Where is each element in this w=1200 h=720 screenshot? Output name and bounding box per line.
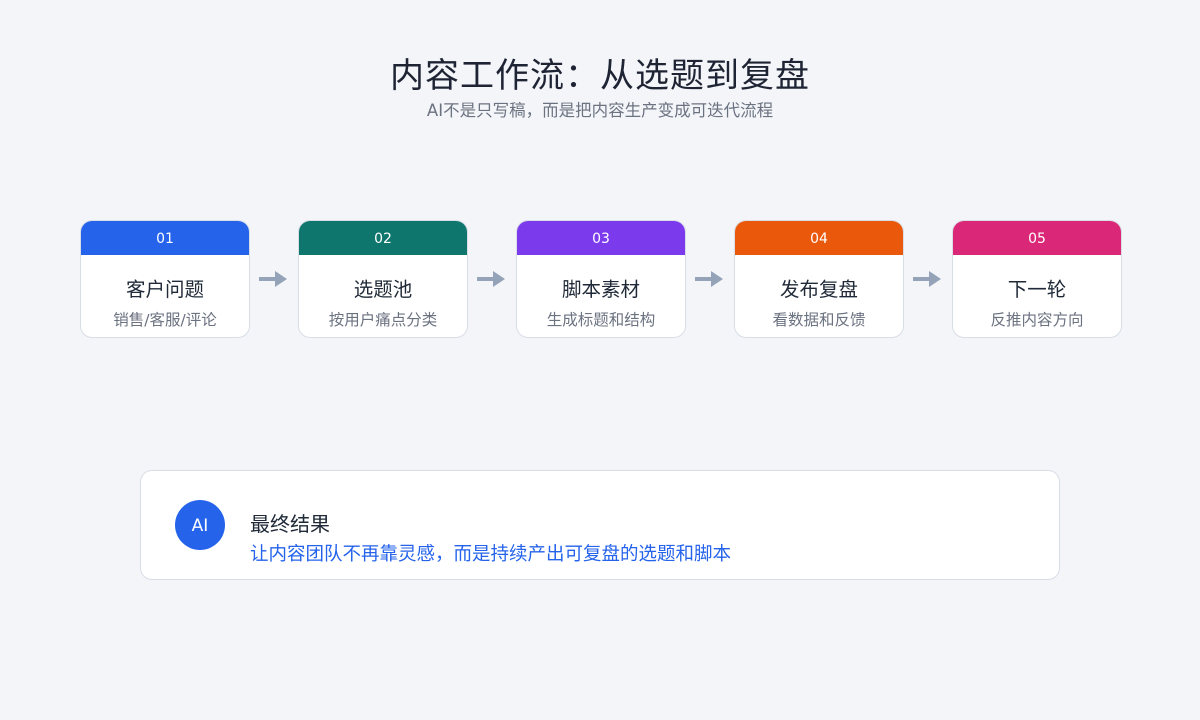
step-number-2: 02 — [299, 221, 467, 255]
step-card-5: 05 下一轮 反推内容方向 — [952, 220, 1122, 338]
step-desc-1: 销售/客服/评论 — [113, 311, 217, 329]
result-card: AI 最终结果 让内容团队不再靠灵感，而是持续产出可复盘的选题和脚本 — [140, 470, 1060, 580]
step-card-2: 02 选题池 按用户痛点分类 — [298, 220, 468, 338]
step-desc-4: 看数据和反馈 — [772, 311, 866, 329]
page-subtitle: AI不是只写稿，而是把内容生产变成可迭代流程 — [426, 101, 774, 120]
step-title-1: 客户问题 — [125, 278, 204, 301]
step-number-5: 05 — [953, 221, 1121, 255]
step-title-5: 下一轮 — [1007, 278, 1067, 301]
step-desc-2: 按用户痛点分类 — [328, 311, 438, 329]
step-number-3: 03 — [517, 221, 685, 255]
step-card-1: 01 客户问题 销售/客服/评论 — [80, 220, 250, 338]
arrow-right-icon — [477, 271, 505, 287]
arrow-right-icon — [259, 271, 287, 287]
result-title: 最终结果 — [250, 512, 330, 536]
arrow-right-icon — [695, 271, 723, 287]
page-title: 内容工作流：从选题到复盘 — [390, 56, 810, 96]
step-title-3: 脚本素材 — [561, 278, 640, 301]
step-title-2: 选题池 — [353, 278, 413, 301]
arrow-right-icon — [913, 271, 941, 287]
step-desc-5: 反推内容方向 — [990, 311, 1084, 329]
step-number-4: 04 — [735, 221, 903, 255]
step-title-4: 发布复盘 — [779, 278, 858, 301]
step-card-4: 04 发布复盘 看数据和反馈 — [734, 220, 904, 338]
step-number-1: 01 — [81, 221, 249, 255]
ai-badge: AI — [175, 500, 225, 550]
result-description: 让内容团队不再靠灵感，而是持续产出可复盘的选题和脚本 — [250, 544, 732, 565]
step-card-3: 03 脚本素材 生成标题和结构 — [516, 220, 686, 338]
step-desc-3: 生成标题和结构 — [546, 311, 656, 329]
